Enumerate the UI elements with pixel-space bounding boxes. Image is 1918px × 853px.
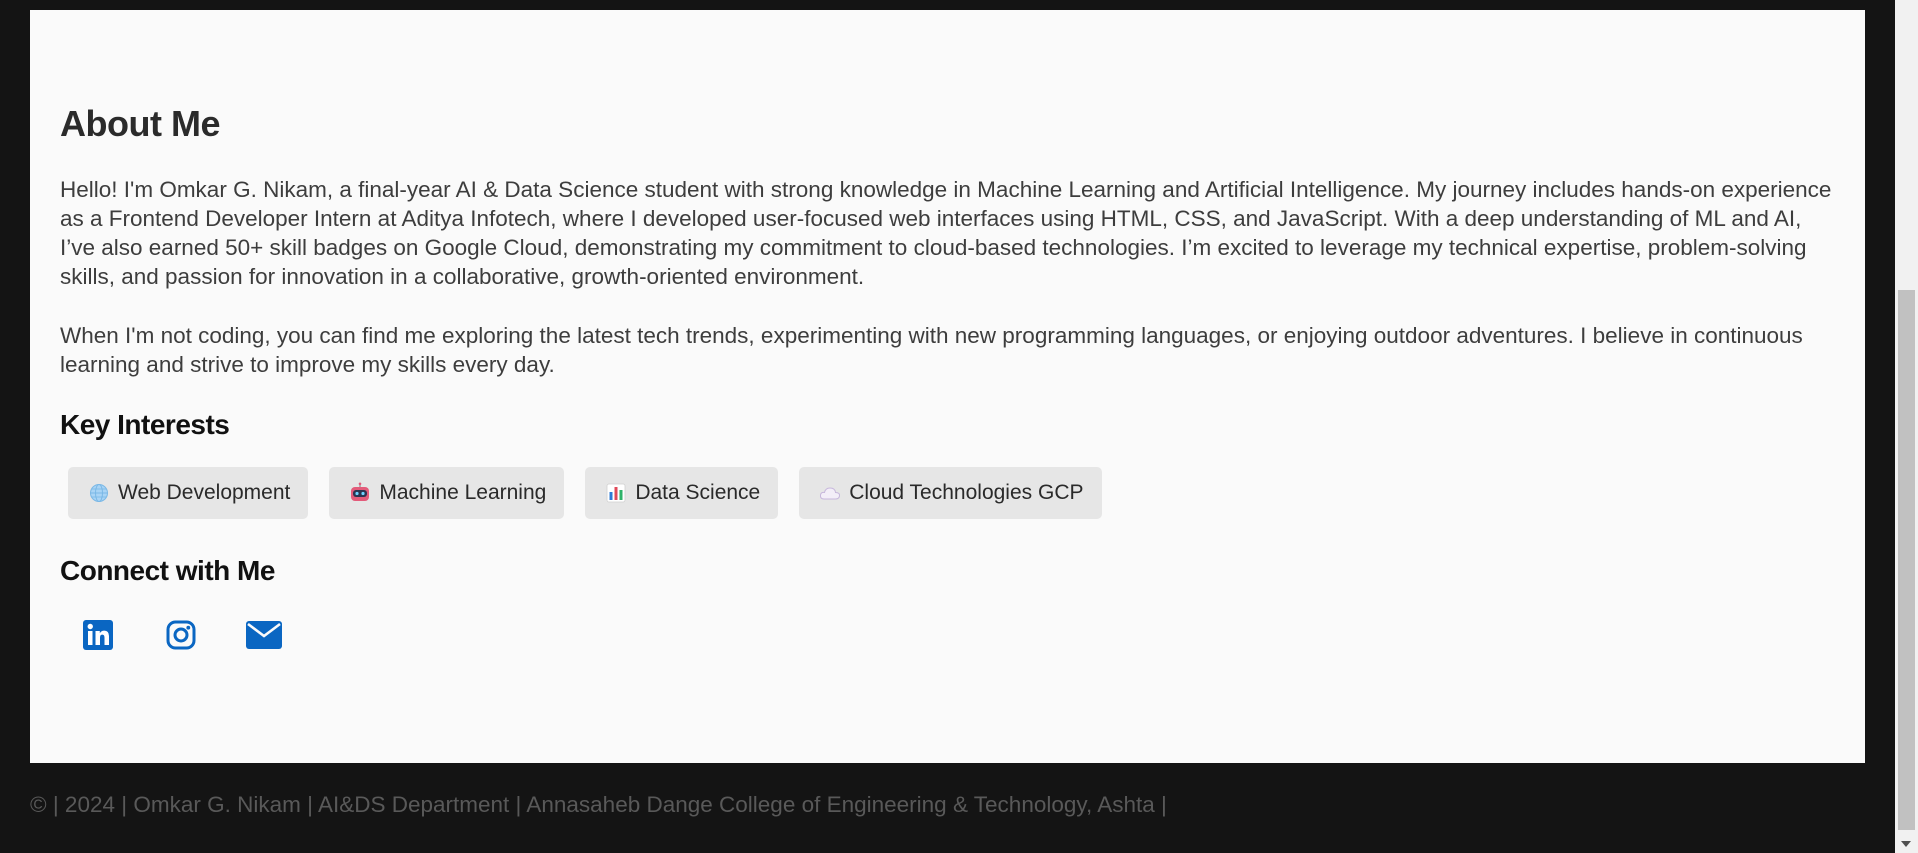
connect-title: Connect with Me (60, 555, 275, 587)
vertical-scrollbar[interactable] (1895, 0, 1918, 853)
interest-chip-web-development[interactable]: Web Development (68, 467, 309, 520)
interest-chip-label: Data Science (635, 481, 761, 505)
interest-chip-label: Cloud Technologies GCP (849, 481, 1084, 505)
about-section: About Me Hello! I'm Omkar G. Nikam, a fi… (30, 10, 1865, 763)
interests-list: Web Development Machine Learning Data Sc… (60, 467, 1835, 520)
footer-copyright: © | 2024 | Omkar G. Nikam | AI&DS Depart… (30, 792, 1167, 817)
scrollbar-thumb[interactable] (1898, 290, 1915, 830)
about-title: About Me (60, 103, 220, 144)
interest-chip-cloud-technologies[interactable]: Cloud Technologies GCP (799, 467, 1102, 520)
linkedin-icon (82, 619, 114, 656)
page-viewport: About Me Hello! I'm Omkar G. Nikam, a fi… (0, 0, 1918, 853)
key-interests-title: Key Interests (60, 409, 230, 441)
globe-icon (88, 482, 110, 504)
instagram-icon (165, 619, 197, 656)
linkedin-link[interactable] (82, 619, 114, 656)
interest-chip-label: Machine Learning (379, 481, 547, 505)
interest-chip-data-science[interactable]: Data Science (585, 467, 779, 520)
social-links (60, 619, 1835, 656)
about-paragraph-hobbies: When I'm not coding, you can find me exp… (60, 323, 1803, 378)
scroll-down-arrow-icon[interactable] (1901, 841, 1911, 847)
about-paragraph-intro: Hello! I'm Omkar G. Nikam, a final-year … (60, 177, 1832, 290)
interest-chip-label: Web Development (118, 481, 291, 505)
bar-chart-icon (605, 482, 627, 504)
cloud-icon (819, 482, 841, 504)
instagram-link[interactable] (165, 619, 197, 656)
interest-chip-machine-learning[interactable]: Machine Learning (329, 467, 565, 520)
robot-icon (349, 482, 371, 504)
email-link[interactable] (246, 620, 282, 654)
envelope-icon (246, 620, 282, 654)
